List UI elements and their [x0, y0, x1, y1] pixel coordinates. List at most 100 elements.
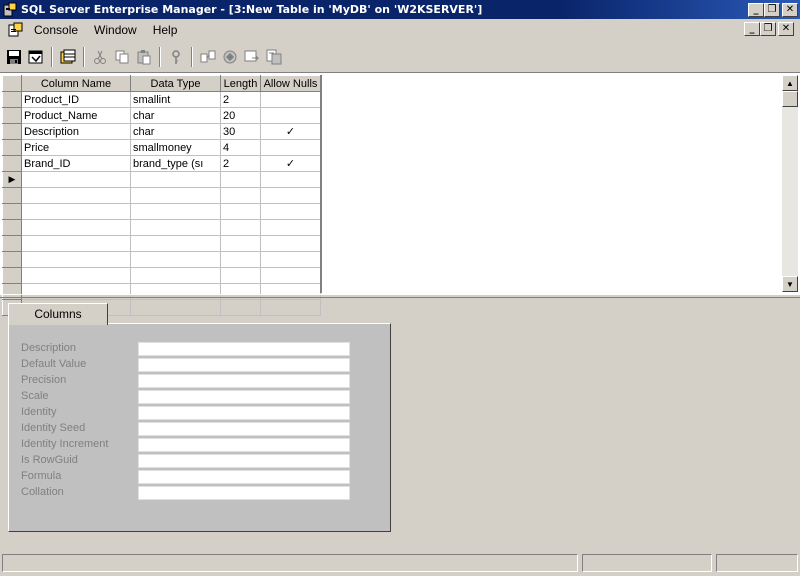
save-button[interactable]: [3, 46, 25, 68]
cell-column-name[interactable]: [21, 235, 131, 252]
restore-button[interactable]: ❐: [764, 2, 780, 17]
constraints-button[interactable]: [241, 46, 263, 68]
property-field-precision[interactable]: [138, 374, 350, 388]
minimize-button[interactable]: _: [748, 2, 764, 17]
row-selector[interactable]: [2, 107, 22, 124]
column-header-length[interactable]: Length: [220, 75, 261, 92]
property-field-default-value[interactable]: [138, 358, 350, 372]
cell-column-name[interactable]: [21, 267, 131, 284]
table-row-empty[interactable]: [2, 251, 321, 268]
property-field-identity-seed[interactable]: [138, 422, 350, 436]
cell-column-name[interactable]: Product_ID: [21, 91, 131, 108]
cell-data-type[interactable]: char: [130, 107, 221, 124]
scroll-thumb[interactable]: [782, 91, 798, 107]
cell-length[interactable]: [220, 235, 261, 252]
row-selector[interactable]: [2, 235, 22, 252]
table-row[interactable]: Description char 30 ✓: [2, 123, 321, 140]
table-row-empty[interactable]: [2, 203, 321, 220]
properties-button[interactable]: [25, 46, 47, 68]
cell-data-type[interactable]: [130, 235, 221, 252]
cell-column-name[interactable]: [21, 251, 131, 268]
cell-allow-nulls[interactable]: [260, 91, 321, 108]
row-selector[interactable]: [2, 267, 22, 284]
property-field-formula[interactable]: [138, 470, 350, 484]
row-selector[interactable]: [2, 139, 22, 156]
scroll-up-button[interactable]: ▲: [782, 75, 798, 91]
column-header-type[interactable]: Data Type: [130, 75, 221, 92]
mdi-child-icon[interactable]: [6, 20, 26, 40]
property-field-is-rowguid[interactable]: [138, 454, 350, 468]
row-selector[interactable]: [2, 203, 22, 220]
menu-help[interactable]: Help: [145, 21, 186, 39]
row-selector[interactable]: [2, 123, 22, 140]
cell-length[interactable]: [220, 203, 261, 220]
cell-length[interactable]: 20: [220, 107, 261, 124]
cell-allow-nulls[interactable]: [260, 267, 321, 284]
row-selector[interactable]: [2, 91, 22, 108]
cell-data-type[interactable]: smallmoney: [130, 139, 221, 156]
property-field-identity-increment[interactable]: [138, 438, 350, 452]
cell-data-type[interactable]: [130, 219, 221, 236]
cell-data-type[interactable]: [130, 251, 221, 268]
mdi-close-button[interactable]: ✕: [778, 22, 794, 36]
cell-allow-nulls[interactable]: [260, 219, 321, 236]
table-row-empty[interactable]: [2, 187, 321, 204]
table-row[interactable]: Product_Name char 20: [2, 107, 321, 124]
table-row[interactable]: Brand_ID brand_type (sı 2 ✓: [2, 155, 321, 172]
property-field-identity[interactable]: [138, 406, 350, 420]
cell-column-name[interactable]: Description: [21, 123, 131, 140]
row-selector[interactable]: [2, 187, 22, 204]
table-row[interactable]: Product_ID smallint 2: [2, 91, 321, 108]
cell-length[interactable]: 2: [220, 91, 261, 108]
cell-data-type[interactable]: smallint: [130, 91, 221, 108]
cell-data-type[interactable]: char: [130, 123, 221, 140]
close-button[interactable]: ✕: [782, 2, 798, 17]
table-row[interactable]: Price smallmoney 4: [2, 139, 321, 156]
cell-length[interactable]: [220, 219, 261, 236]
table-row-empty[interactable]: [2, 267, 321, 284]
cell-column-name[interactable]: Price: [21, 139, 131, 156]
primary-key-button[interactable]: [165, 46, 187, 68]
cell-length[interactable]: 4: [220, 139, 261, 156]
cell-allow-nulls[interactable]: [260, 139, 321, 156]
vertical-scrollbar[interactable]: ▲ ▼: [782, 75, 798, 292]
column-header-nulls[interactable]: Allow Nulls: [260, 75, 321, 92]
cell-column-name[interactable]: [21, 203, 131, 220]
cell-data-type[interactable]: brand_type (sı: [130, 155, 221, 172]
cell-data-type[interactable]: [130, 187, 221, 204]
table-row-current[interactable]: ▶: [2, 171, 321, 188]
cell-length[interactable]: [220, 171, 261, 188]
cell-column-name[interactable]: Brand_ID: [21, 155, 131, 172]
property-field-scale[interactable]: [138, 390, 350, 404]
cell-length[interactable]: [220, 187, 261, 204]
cell-allow-nulls[interactable]: ✓: [260, 123, 321, 140]
property-field-description[interactable]: [138, 342, 350, 356]
cell-length[interactable]: [220, 251, 261, 268]
cell-data-type[interactable]: [130, 203, 221, 220]
row-selector[interactable]: ▶: [2, 171, 22, 188]
tab-columns[interactable]: Columns: [8, 303, 108, 325]
row-selector[interactable]: [2, 155, 22, 172]
cell-allow-nulls[interactable]: [260, 187, 321, 204]
row-selector[interactable]: [2, 251, 22, 268]
mdi-minimize-button[interactable]: _: [744, 22, 760, 36]
table-row-empty[interactable]: [2, 235, 321, 252]
cell-column-name[interactable]: [21, 171, 131, 188]
table-row-empty[interactable]: [2, 219, 321, 236]
cell-allow-nulls[interactable]: [260, 171, 321, 188]
cell-data-type[interactable]: [130, 267, 221, 284]
cell-column-name[interactable]: Product_Name: [21, 107, 131, 124]
title-bar[interactable]: SQL Server Enterprise Manager - [3:New T…: [0, 0, 800, 19]
cell-data-type[interactable]: [130, 171, 221, 188]
row-selector[interactable]: [2, 219, 22, 236]
cell-length[interactable]: 2: [220, 155, 261, 172]
menu-console[interactable]: Console: [26, 21, 86, 39]
generate-script-button[interactable]: [263, 46, 285, 68]
relationships-button[interactable]: [197, 46, 219, 68]
property-field-collation[interactable]: [138, 486, 350, 500]
cell-length[interactable]: 30: [220, 123, 261, 140]
mdi-restore-button[interactable]: ❐: [760, 22, 776, 36]
menu-window[interactable]: Window: [86, 21, 145, 39]
cell-allow-nulls[interactable]: [260, 299, 321, 316]
cell-column-name[interactable]: [21, 219, 131, 236]
